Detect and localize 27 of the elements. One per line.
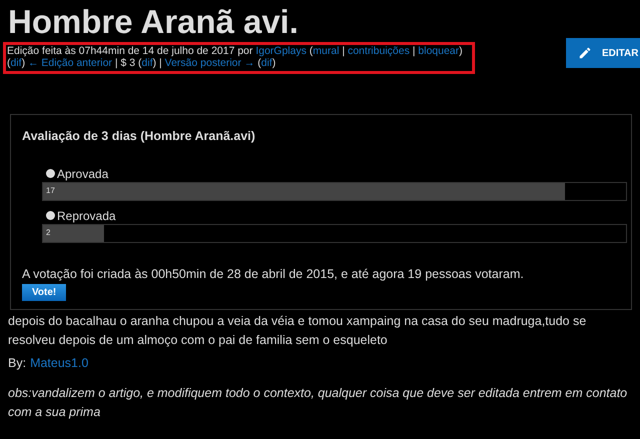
pencil-icon xyxy=(578,46,592,60)
link[interactable]: dif xyxy=(10,57,22,69)
radio-button[interactable] xyxy=(46,169,55,178)
note-text: obs:vandalizem o artigo, e modifiquem todo o contexto, qualquer coisa que deve ser editada entrem em contato com a sua prima xyxy=(8,385,628,421)
poll-summary: A votação foi criada às 00h50min de 28 de abril de 2015, e até agora 19 pessoas votaram. xyxy=(22,267,525,281)
link[interactable]: dif xyxy=(142,57,153,69)
poll-option[interactable]: Aprovada xyxy=(42,165,627,182)
vote-count: 17 xyxy=(46,186,55,195)
link[interactable]: bloquear xyxy=(418,45,460,57)
edit-button[interactable]: EDITAR xyxy=(566,38,640,68)
link[interactable]: dif xyxy=(261,57,272,69)
poll-option[interactable]: Reprovada xyxy=(42,207,627,224)
link[interactable]: mural xyxy=(312,45,340,57)
author-link[interactable]: Mateus1.0 xyxy=(30,356,88,370)
byline-label: By: xyxy=(8,356,26,370)
article-text: depois do bacalhau o aranha chupou a veia da véia e tomou xampaing na casa do seu madruga,tudo se resolveu depois de um almoço com o pai de familia sem o esqueleto xyxy=(8,313,588,349)
link[interactable]: IgorGplays xyxy=(256,45,306,57)
link[interactable]: ← Edição anterior xyxy=(28,57,112,69)
radio-button[interactable] xyxy=(46,211,55,220)
page-title: Hombre Aranã avi. xyxy=(8,2,300,42)
vote-button[interactable]: Vote! xyxy=(22,284,66,301)
link[interactable]: contribuições xyxy=(348,45,410,57)
link[interactable]: Versão posterior → xyxy=(164,57,255,69)
revision-info: (dif) ← Edição anterior | $ 3 (dif) | Versão posterior → (dif) xyxy=(7,57,277,69)
vote-count: 2 xyxy=(46,228,50,237)
revision-info: Edição feita às 07h44min de 14 de julho de 2017 por IgorGplays (mural | contribuições | bloquear) xyxy=(7,45,460,57)
poll-title: Avaliação de 3 dias (Hombre Aranã.avi) xyxy=(22,129,256,143)
